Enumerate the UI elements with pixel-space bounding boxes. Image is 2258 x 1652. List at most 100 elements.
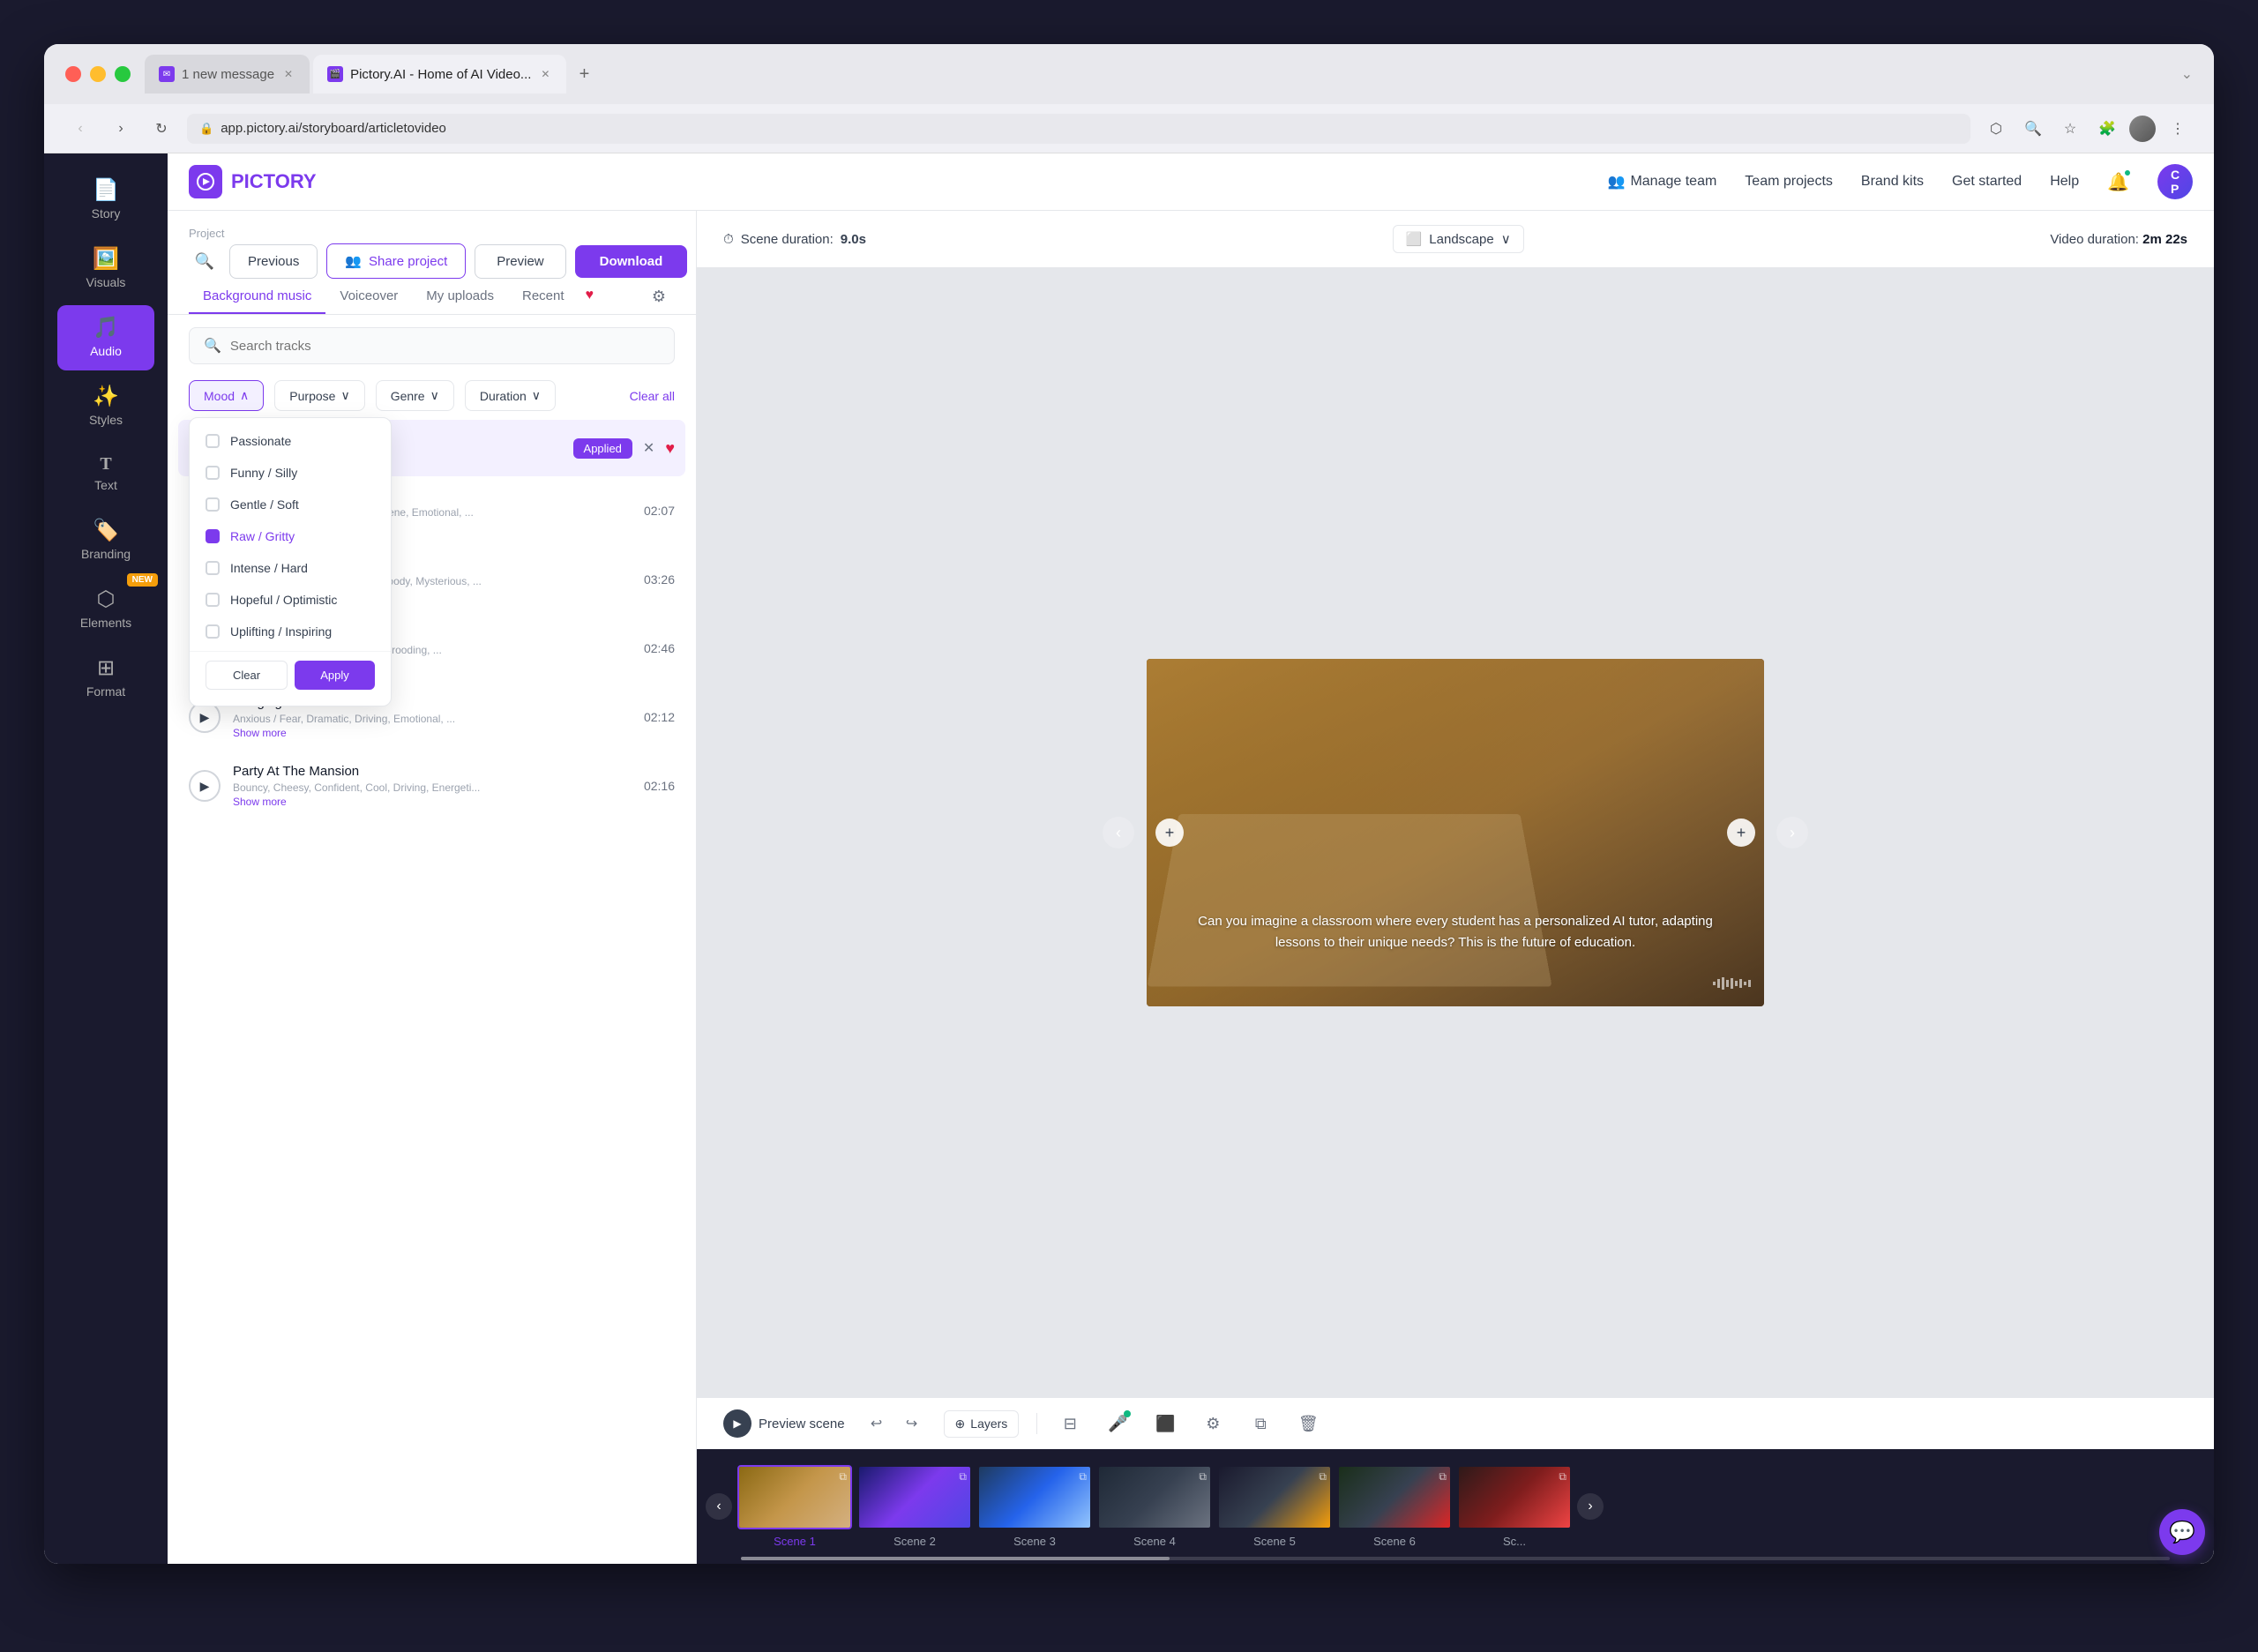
genre-filter-button[interactable]: Genre ∨ [376, 380, 454, 411]
maximize-button[interactable] [115, 66, 131, 82]
tab-my-uploads[interactable]: My uploads [412, 280, 508, 314]
get-started-link[interactable]: Get started [1952, 174, 2022, 190]
mood-option-passionate[interactable]: Passionate [190, 425, 391, 457]
logo-text: PICTORY [231, 170, 317, 193]
track-5-show-more[interactable]: Show more [233, 727, 632, 739]
preview-button[interactable]: Preview [475, 244, 565, 279]
new-tab-button[interactable]: + [570, 60, 598, 88]
scene-2-label: Scene 2 [893, 1535, 936, 1548]
duration-filter-button[interactable]: Duration ∨ [465, 380, 556, 411]
browser-user-avatar[interactable] [2129, 116, 2156, 142]
dropdown-clear-button[interactable]: Clear [206, 661, 288, 690]
copy-button[interactable]: ⧉ [1245, 1409, 1275, 1439]
media-button[interactable]: ⬛ [1150, 1409, 1180, 1439]
browser-toolbar: ‹ › ↻ 🔒 app.pictory.ai/storyboard/articl… [44, 104, 2214, 153]
back-button[interactable]: ‹ [65, 114, 95, 144]
settings-tool-button[interactable]: ⚙ [1198, 1409, 1228, 1439]
track-6-show-more[interactable]: Show more [233, 796, 632, 808]
download-button[interactable]: Download [575, 245, 688, 278]
applied-x-button[interactable]: ✕ [643, 439, 654, 457]
undo-redo-controls: ↩ ↪ [863, 1409, 926, 1438]
scene-thumb-5[interactable]: ⧉ Scene 5 [1217, 1465, 1332, 1548]
previous-button[interactable]: Previous [229, 244, 318, 279]
forward-button[interactable]: › [106, 114, 136, 144]
mood-option-gentle[interactable]: Gentle / Soft [190, 489, 391, 520]
window-controls[interactable]: ⌄ [2181, 65, 2193, 83]
extensions-button[interactable]: 🧩 [2092, 114, 2122, 144]
tab-background-music[interactable]: Background music [189, 280, 325, 314]
minimize-button[interactable] [90, 66, 106, 82]
sidebar-item-text[interactable]: T Text [57, 443, 154, 505]
play-track-6-button[interactable]: ▶ [189, 770, 221, 802]
mood-option-raw[interactable]: Raw / Gritty [190, 520, 391, 552]
redo-button[interactable]: ↪ [898, 1409, 926, 1438]
scene-1-label: Scene 1 [774, 1535, 816, 1548]
tab-recent[interactable]: Recent [508, 280, 579, 314]
layers-button[interactable]: ⊕ Layers [944, 1410, 1020, 1438]
sidebar-item-elements[interactable]: ⬡ Elements [57, 577, 154, 642]
delete-button[interactable]: 🗑 [1293, 1409, 1323, 1439]
captions-button[interactable]: ⊟ [1055, 1409, 1085, 1439]
scene-thumb-1[interactable]: ⧉ Scene 1 [737, 1465, 852, 1548]
undo-button[interactable]: ↩ [863, 1409, 891, 1438]
audio-settings-button[interactable]: ⚙ [643, 280, 675, 312]
purpose-filter-button[interactable]: Purpose ∨ [274, 380, 364, 411]
scene-thumb-2[interactable]: ⧉ Scene 2 [857, 1465, 972, 1548]
sidebar-item-audio[interactable]: 🎵 Audio [57, 305, 154, 370]
preview-play-icon: ▶ [723, 1409, 751, 1438]
mood-option-hopeful[interactable]: Hopeful / Optimistic [190, 584, 391, 616]
help-link[interactable]: Help [2050, 174, 2079, 190]
mood-option-uplifting[interactable]: Uplifting / Inspiring [190, 616, 391, 647]
video-nav-prev-button[interactable]: ‹ [1103, 817, 1134, 848]
user-avatar[interactable]: CP [2157, 164, 2193, 199]
sidebar-item-visuals[interactable]: 🖼️ Visuals [57, 236, 154, 302]
chat-fab-button[interactable]: 💬 [2159, 1509, 2205, 1555]
timeline-next-button[interactable]: › [1577, 1493, 1604, 1520]
add-scene-right-button[interactable]: + [1727, 819, 1755, 847]
sidebar-item-styles[interactable]: ✨ Styles [57, 374, 154, 439]
tab-close-2[interactable]: ✕ [538, 67, 552, 81]
refresh-button[interactable]: ↻ [146, 114, 176, 144]
sidebar-item-story[interactable]: 📄 Story [57, 168, 154, 233]
clear-all-button[interactable]: Clear all [630, 389, 675, 403]
scene-thumb-7[interactable]: ⧉ Sc... [1457, 1465, 1572, 1548]
mood-option-funny[interactable]: Funny / Silly [190, 457, 391, 489]
add-scene-left-button[interactable]: + [1155, 819, 1184, 847]
scene-thumb-img-7: ⧉ [1457, 1465, 1572, 1529]
pictory-logo[interactable]: PICTORY [189, 165, 317, 198]
share-button[interactable]: 👥 Share project [326, 243, 466, 279]
scene-thumb-6[interactable]: ⧉ Scene 6 [1337, 1465, 1452, 1548]
scene-thumb-4[interactable]: ⧉ Scene 4 [1097, 1465, 1212, 1548]
sidebar-item-format[interactable]: ⊞ Format [57, 646, 154, 711]
cast-button[interactable]: ⬡ [1981, 114, 2011, 144]
scene-thumb-3[interactable]: ⧉ Scene 3 [977, 1465, 1092, 1548]
dropdown-apply-button[interactable]: Apply [295, 661, 375, 690]
search-button[interactable]: 🔍 [2018, 114, 2048, 144]
team-projects-link[interactable]: Team projects [1745, 174, 1833, 190]
preview-controls: ▶ Preview scene ↩ ↪ ⊕ Layers [697, 1397, 2214, 1449]
preview-scene-button[interactable]: ▶ Preview scene [723, 1409, 845, 1438]
address-bar[interactable]: 🔒 app.pictory.ai/storyboard/articletovid… [187, 114, 1970, 144]
tab-voiceover[interactable]: Voiceover [325, 280, 412, 314]
manage-team-link[interactable]: 👥 Manage team [1608, 173, 1717, 191]
header-search-button[interactable]: 🔍 [189, 245, 221, 277]
star-button[interactable]: ☆ [2055, 114, 2085, 144]
track-1-heart-button[interactable]: ♥ [665, 439, 675, 458]
close-button[interactable] [65, 66, 81, 82]
tab-new-message[interactable]: ✉ 1 new message ✕ [145, 55, 310, 93]
notifications-button[interactable]: 🔔 [2107, 171, 2129, 193]
brand-kits-link[interactable]: Brand kits [1861, 174, 1924, 190]
tab-pictory[interactable]: 🎬 Pictory.AI - Home of AI Video... ✕ [313, 55, 566, 93]
timeline-prev-button[interactable]: ‹ [706, 1493, 732, 1520]
more-options-button[interactable]: ⋮ [2163, 114, 2193, 144]
search-input[interactable] [230, 339, 660, 354]
list-item[interactable]: ▶ Party At The Mansion Bouncy, Cheesy, C… [178, 751, 685, 820]
landscape-selector[interactable]: ⬜ Landscape ∨ [1393, 225, 1524, 253]
mood-filter-button[interactable]: Mood ∧ [189, 380, 264, 411]
tab-close-1[interactable]: ✕ [281, 67, 295, 81]
video-nav-next-button[interactable]: › [1776, 817, 1808, 848]
sidebar-item-branding[interactable]: 🏷️ Branding [57, 508, 154, 573]
mood-option-intense[interactable]: Intense / Hard [190, 552, 391, 584]
timeline-scrollbar[interactable] [741, 1557, 2170, 1560]
tab-favorites[interactable]: ♥ [579, 279, 602, 314]
